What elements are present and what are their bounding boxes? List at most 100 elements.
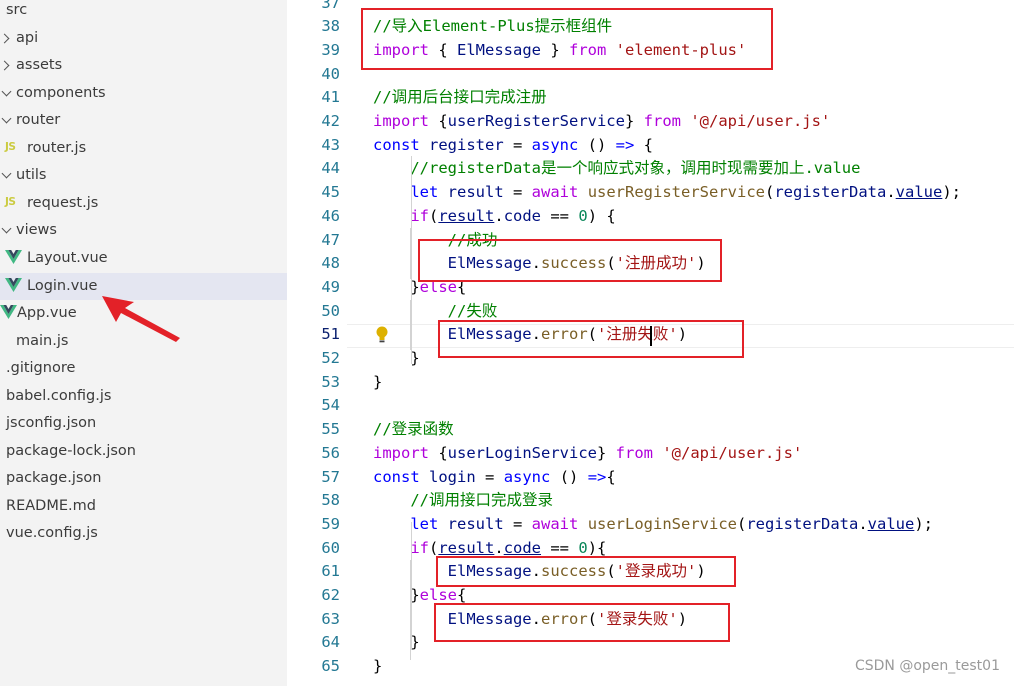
code-token: code: [503, 538, 542, 557]
code-token: {: [634, 135, 654, 154]
code-line[interactable]: //调用后台接口完成注册: [373, 85, 547, 109]
explorer-item-label: .gitignore: [6, 360, 76, 377]
chevron-icon[interactable]: [1, 223, 12, 234]
line-number: 50: [321, 301, 340, 320]
code-token: {: [457, 586, 467, 604]
chevron-icon[interactable]: [1, 168, 12, 179]
chevron-icon[interactable]: [1, 113, 12, 124]
lightbulb-icon[interactable]: [375, 326, 389, 344]
code-token: from: [615, 443, 653, 462]
explorer-item-label: main.js: [16, 332, 69, 349]
code-token: (: [765, 183, 775, 202]
code-token: '@/api/user.js': [690, 112, 831, 130]
code-token: );: [914, 514, 934, 533]
annotation-box: [438, 320, 744, 358]
chevron-icon[interactable]: [0, 33, 10, 43]
code-token: '@/api/user.js': [662, 443, 803, 462]
code-token: 0: [578, 206, 588, 225]
code-line[interactable]: //调用接口完成登录: [373, 488, 553, 512]
annotation-box: [361, 8, 773, 70]
watermark: CSDN @open_test01: [854, 658, 1000, 674]
line-number: 48: [321, 254, 340, 273]
code-token: userLoginService: [447, 443, 597, 462]
code-token: ) {: [587, 206, 616, 225]
line-number: 47: [321, 230, 340, 249]
code-token: =>: [587, 467, 607, 486]
explorer-item[interactable]: jsconfig.json: [0, 410, 287, 437]
code-line[interactable]: let result = await userRegisterService(r…: [373, 180, 961, 204]
code-token: {: [429, 112, 448, 130]
explorer-item[interactable]: .gitignore: [0, 355, 287, 382]
explorer-item[interactable]: components: [0, 80, 287, 107]
code-token: register: [429, 135, 504, 154]
annotation-arrow-icon: [100, 292, 184, 344]
code-token: import: [373, 112, 429, 130]
explorer-item[interactable]: JS router.js: [0, 135, 287, 162]
line-number: 46: [321, 206, 340, 225]
text-cursor: [650, 326, 652, 346]
code-token: if: [410, 538, 429, 557]
chevron-icon[interactable]: [0, 60, 10, 71]
code-token: let: [410, 514, 439, 533]
line-number: 49: [321, 277, 340, 296]
explorer-item[interactable]: assets: [0, 52, 287, 79]
line-number: 60: [321, 538, 340, 557]
explorer-item-label: Login.vue: [27, 277, 98, 294]
code-line[interactable]: import {userLoginService} from '@/api/us…: [373, 441, 802, 465]
code-token: 0: [578, 538, 588, 557]
code-token: }: [373, 372, 383, 391]
explorer-item[interactable]: vue.config.js: [0, 520, 287, 547]
explorer-item[interactable]: package.json: [0, 465, 287, 492]
explorer-item[interactable]: package-lock.json: [0, 438, 287, 465]
code-token: ){: [587, 538, 607, 557]
line-number: 37: [321, 0, 340, 12]
explorer-item[interactable]: router: [0, 107, 287, 134]
explorer-item-label: router.js: [27, 139, 87, 156]
code-line[interactable]: }: [373, 370, 382, 394]
code-line[interactable]: import {userRegisterService} from '@/api…: [373, 109, 830, 133]
vue-file-icon: [5, 249, 22, 264]
code-line[interactable]: let result = await userLoginService(regi…: [373, 512, 933, 536]
line-number: 55: [321, 420, 340, 439]
code-token: //registerData是一个响应式对象，调用时现需要加上.value: [410, 159, 861, 178]
explorer-item[interactable]: babel.config.js: [0, 383, 287, 410]
code-line[interactable]: if(result.code == 0) {: [373, 204, 616, 228]
code-line[interactable]: const login = async () =>{: [373, 465, 616, 489]
js-file-icon: JS: [5, 140, 16, 153]
code-token: =: [503, 514, 532, 533]
code-line[interactable]: }: [373, 630, 419, 654]
explorer-item[interactable]: api: [0, 25, 287, 52]
code-editor[interactable]: 37 38 39 40 41 42 43 44 45 46 47 48 49 50 51 52 53 54 55 56…: [287, 0, 1014, 686]
explorer-item[interactable]: README.md: [0, 493, 287, 520]
code-line[interactable]: }: [373, 654, 382, 678]
code-line[interactable]: //失败: [373, 299, 498, 323]
annotation-box: [434, 603, 730, 642]
explorer-item[interactable]: Layout.vue: [0, 245, 287, 272]
code-token: registerData: [746, 514, 859, 533]
code-line[interactable]: //registerData是一个响应式对象，调用时现需要加上.value: [373, 156, 860, 180]
code-token: else: [419, 586, 457, 604]
chevron-icon[interactable]: [1, 86, 12, 97]
code-line[interactable]: const register = async () => {: [373, 133, 653, 157]
explorer-item-label: request.js: [27, 194, 99, 211]
explorer-item-label: src: [6, 2, 28, 18]
line-number: 52: [321, 349, 340, 367]
code-line[interactable]: //登录函数: [373, 417, 454, 441]
explorer-item[interactable]: views: [0, 217, 287, 244]
code-token: userRegisterService: [447, 112, 625, 130]
line-number: 64: [321, 633, 340, 652]
code-token: =: [503, 183, 532, 202]
explorer-item[interactable]: src: [0, 0, 287, 24]
code-token: .: [494, 538, 504, 557]
code-token: (: [737, 514, 747, 533]
code-token: =>: [615, 135, 635, 154]
line-number: 63: [321, 609, 340, 628]
explorer-item[interactable]: utils: [0, 162, 287, 189]
line-number: 59: [321, 514, 340, 533]
code-token: }: [596, 443, 616, 462]
code-token: .: [886, 183, 896, 202]
code-token: (): [550, 467, 588, 486]
code-token: registerData: [774, 183, 887, 202]
explorer-item[interactable]: JS request.js: [0, 190, 287, 217]
code-line[interactable]: }: [373, 346, 419, 370]
